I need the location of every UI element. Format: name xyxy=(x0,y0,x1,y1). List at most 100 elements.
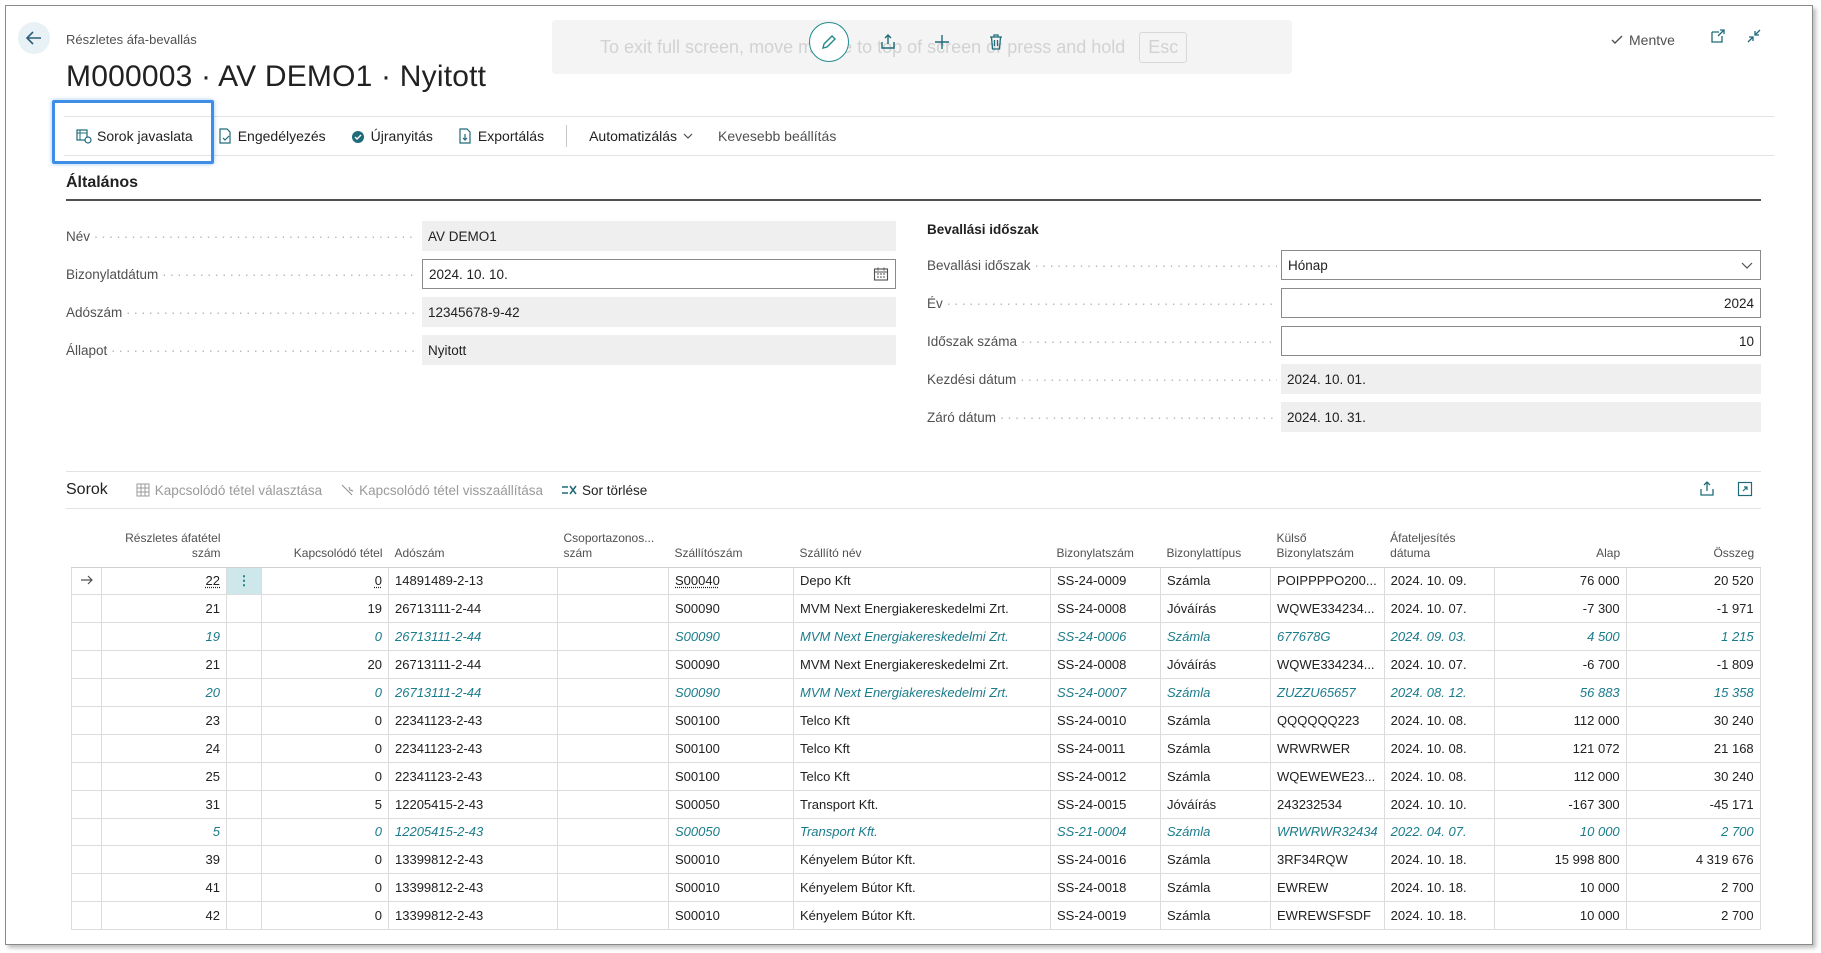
cell-detail-no[interactable]: 39 xyxy=(101,845,227,875)
cell-doc-no[interactable]: SS-24-0006 xyxy=(1050,622,1161,652)
cell-vat-date[interactable]: 2024. 10. 18. xyxy=(1383,901,1495,931)
cell-related[interactable]: 0 xyxy=(261,566,389,596)
cell-detail-no[interactable]: 19 xyxy=(101,622,227,652)
cell-doc-no[interactable]: SS-24-0011 xyxy=(1050,733,1161,763)
col-doc-type[interactable]: Bizonylattípus xyxy=(1160,523,1271,568)
more-options-icon[interactable]: ⋮ xyxy=(238,573,251,588)
row-indicator[interactable] xyxy=(71,705,102,735)
cell-vendor-no[interactable]: S00010 xyxy=(668,845,794,875)
share-button[interactable] xyxy=(873,27,903,57)
cell-related[interactable]: 0 xyxy=(261,705,389,735)
cell-vendor-no[interactable]: S00090 xyxy=(668,622,794,652)
edit-button[interactable] xyxy=(809,22,849,62)
cell-base[interactable]: 76 000 xyxy=(1493,566,1627,596)
col-group-tax-no[interactable]: Csoportazonos... szám xyxy=(557,523,669,568)
col-doc-no[interactable]: Bizonylatszám xyxy=(1050,523,1161,568)
col-base[interactable]: Alap xyxy=(1494,523,1627,568)
col-detail-no[interactable]: Részletes áfatétel szám xyxy=(101,523,227,568)
cell-group-tax-no[interactable] xyxy=(557,594,669,624)
cell-base[interactable]: 10 000 xyxy=(1493,817,1627,847)
col-vendor-name[interactable]: Szállító név xyxy=(793,523,1051,568)
cell-base[interactable]: 10 000 xyxy=(1493,901,1627,931)
cell-vendor-no[interactable]: S00010 xyxy=(668,901,794,931)
cell-amount[interactable]: 1 215 xyxy=(1625,622,1761,652)
row-indicator[interactable] xyxy=(71,733,102,763)
cell-vendor-no[interactable]: S00090 xyxy=(668,678,794,707)
cell-detail-no[interactable]: 22 xyxy=(101,566,227,596)
cell-vendor-no[interactable]: S00100 xyxy=(668,733,794,763)
cell-ext-doc-no[interactable]: WRWRWR32434 xyxy=(1270,817,1385,847)
cell-doc-no[interactable]: SS-24-0008 xyxy=(1050,594,1161,624)
select-related-button[interactable]: Kapcsolódó tétel választása xyxy=(136,483,322,498)
cell-related[interactable]: 0 xyxy=(261,678,389,707)
cell-vat-date[interactable]: 2024. 10. 08. xyxy=(1383,761,1495,791)
cell-vendor-name[interactable]: Telco Kft xyxy=(793,705,1051,735)
table-row[interactable]: 5 0 12205415-2-43 S00050 Transport Kft. SS-21… xyxy=(71,817,1761,847)
cell-detail-no[interactable]: 23 xyxy=(101,705,227,735)
cell-amount[interactable]: -1 971 xyxy=(1625,594,1761,624)
cell-related[interactable]: 0 xyxy=(261,622,389,652)
row-menu[interactable] xyxy=(226,705,262,735)
cell-vendor-no[interactable]: S00050 xyxy=(668,789,794,819)
col-related[interactable]: Kapcsolódó tétel xyxy=(261,523,389,568)
cell-vendor-name[interactable]: MVM Next Energiakereskedelmi Zrt. xyxy=(793,594,1051,624)
cell-doc-type[interactable]: Számla xyxy=(1160,705,1271,735)
export-button[interactable]: Exportálás xyxy=(445,117,556,155)
cell-amount[interactable]: 30 240 xyxy=(1625,761,1761,791)
cell-vendor-no[interactable]: S00100 xyxy=(668,761,794,791)
cell-vat-date[interactable]: 2024. 10. 08. xyxy=(1383,733,1495,763)
cell-doc-no[interactable]: SS-24-0018 xyxy=(1050,873,1161,903)
cell-tax-no[interactable]: 22341123-2-43 xyxy=(388,761,558,791)
doc-date-input[interactable]: 2024. 10. 10. xyxy=(422,259,896,289)
cell-tax-no[interactable]: 22341123-2-43 xyxy=(388,705,558,735)
cell-related[interactable]: 0 xyxy=(261,817,389,847)
cell-tax-no[interactable]: 26713111-2-44 xyxy=(388,678,558,707)
fewer-options-button[interactable]: Kevesebb beállítás xyxy=(706,117,848,155)
year-input[interactable]: 2024 xyxy=(1281,288,1761,318)
cell-doc-type[interactable]: Számla xyxy=(1160,566,1271,596)
cell-vendor-name[interactable]: Telco Kft xyxy=(793,761,1051,791)
cell-tax-no[interactable]: 26713111-2-44 xyxy=(388,594,558,624)
row-indicator[interactable] xyxy=(71,845,102,875)
cell-group-tax-no[interactable] xyxy=(557,566,669,596)
cell-ext-doc-no[interactable]: EWREWSFSDF xyxy=(1270,901,1385,931)
cell-vat-date[interactable]: 2024. 10. 10. xyxy=(1383,789,1495,819)
delete-line-button[interactable]: Sor törlése xyxy=(561,483,647,498)
row-indicator[interactable] xyxy=(71,594,102,624)
cell-base[interactable]: -7 300 xyxy=(1493,594,1627,624)
col-tax-no[interactable]: Adószám xyxy=(388,523,558,568)
row-menu[interactable] xyxy=(226,678,262,707)
col-amount[interactable]: Összeg xyxy=(1626,523,1761,568)
cell-ext-doc-no[interactable]: 243232534 xyxy=(1270,789,1385,819)
cell-amount[interactable]: 2 700 xyxy=(1625,901,1761,931)
period-number-input[interactable]: 10 xyxy=(1281,326,1761,356)
row-menu[interactable] xyxy=(226,650,262,680)
cell-tax-no[interactable]: 12205415-2-43 xyxy=(388,789,558,819)
cell-vat-date[interactable]: 2024. 09. 03. xyxy=(1383,622,1495,652)
cell-related[interactable]: 5 xyxy=(261,789,389,819)
col-vendor-no[interactable]: Szállítószám xyxy=(668,523,794,568)
cell-detail-no[interactable]: 24 xyxy=(101,733,227,763)
cell-tax-no[interactable]: 12205415-2-43 xyxy=(388,817,558,847)
cell-vendor-name[interactable]: Transport Kft. xyxy=(793,817,1051,847)
row-menu[interactable] xyxy=(226,594,262,624)
cell-vendor-name[interactable]: MVM Next Energiakereskedelmi Zrt. xyxy=(793,650,1051,680)
row-indicator[interactable] xyxy=(71,789,102,819)
calendar-icon[interactable] xyxy=(873,266,889,282)
expand-icon[interactable] xyxy=(1737,481,1753,497)
cell-ext-doc-no[interactable]: WQWE334234... xyxy=(1270,650,1385,680)
table-row[interactable]: 23 0 22341123-2-43 S00100 Telco Kft SS-24-001… xyxy=(71,705,1761,735)
row-indicator[interactable] xyxy=(71,566,102,596)
cell-tax-no[interactable]: 13399812-2-43 xyxy=(388,901,558,931)
cell-vendor-no[interactable]: S00010 xyxy=(668,873,794,903)
open-new-window-icon[interactable] xyxy=(1710,28,1726,44)
cell-tax-no[interactable]: 22341123-2-43 xyxy=(388,733,558,763)
cell-base[interactable]: -6 700 xyxy=(1493,650,1627,680)
table-row[interactable]: 19 0 26713111-2-44 S00090 MVM Next Energiake… xyxy=(71,622,1761,652)
table-row[interactable]: 25 0 22341123-2-43 S00100 Telco Kft SS-24-001… xyxy=(71,761,1761,791)
cell-detail-no[interactable]: 5 xyxy=(101,817,227,847)
cell-doc-type[interactable]: Jóváírás xyxy=(1160,789,1271,819)
cell-doc-no[interactable]: SS-24-0010 xyxy=(1050,705,1161,735)
row-indicator[interactable] xyxy=(71,622,102,652)
row-indicator[interactable] xyxy=(71,873,102,903)
